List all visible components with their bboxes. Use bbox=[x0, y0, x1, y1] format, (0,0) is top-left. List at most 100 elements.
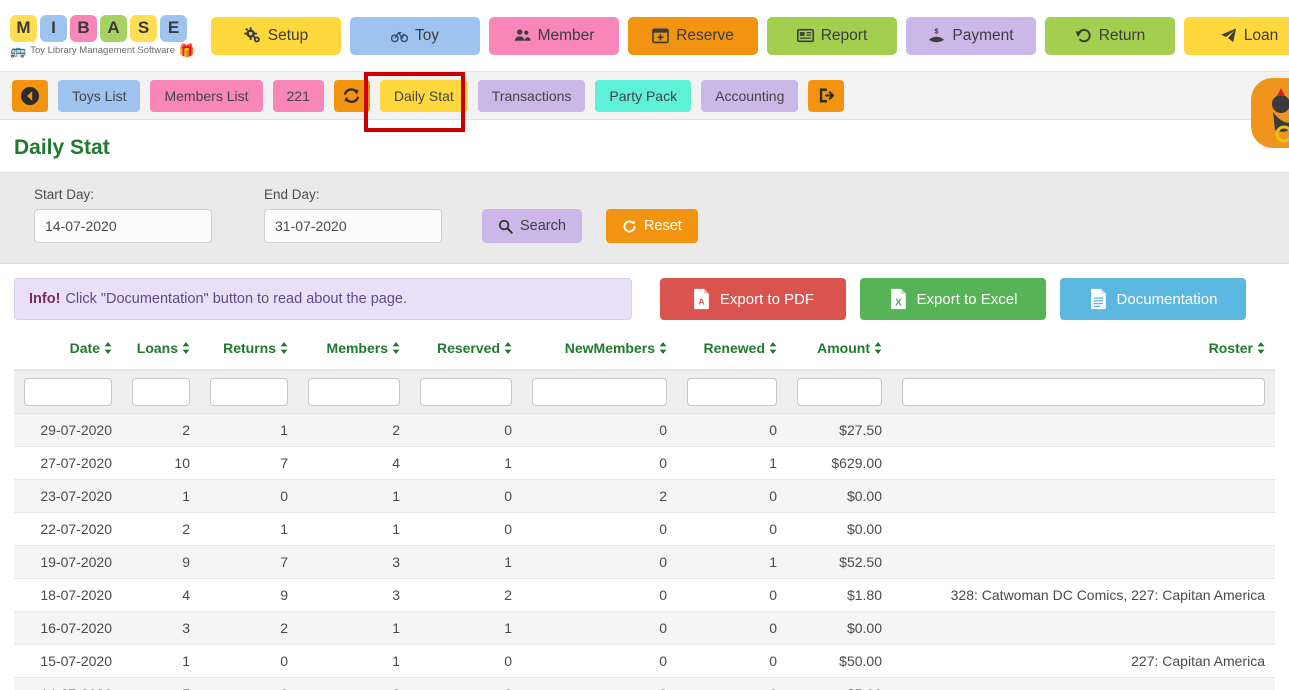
column-header-newmembers[interactable]: NewMembers bbox=[522, 332, 677, 371]
sort-toggle-icon[interactable] bbox=[104, 341, 112, 357]
info-banner-text: Click "Documentation" button to read abo… bbox=[65, 291, 407, 307]
sort-toggle-icon[interactable] bbox=[1257, 341, 1265, 357]
page-title: Daily Stat bbox=[0, 120, 1289, 172]
filter-input-reserved[interactable] bbox=[420, 377, 512, 406]
cell-members: 3 bbox=[298, 578, 410, 612]
cell-renewed: 0 bbox=[677, 512, 787, 546]
table-row[interactable]: 27-07-2020 10 7 4 1 0 1 $629.00 bbox=[14, 446, 1275, 480]
cell-roster bbox=[892, 545, 1275, 579]
nav-button-payment[interactable]: $ Payment bbox=[906, 16, 1036, 55]
sort-toggle-icon[interactable] bbox=[392, 341, 400, 357]
sort-toggle-icon[interactable] bbox=[769, 341, 777, 357]
nav-button-reserve[interactable]: Reserve bbox=[628, 16, 758, 55]
nav-button-report[interactable]: Report bbox=[767, 16, 897, 55]
subnav-button-daily-stat[interactable]: Daily Stat bbox=[379, 79, 468, 112]
subnav-button-toys-list[interactable]: Toys List bbox=[58, 79, 141, 112]
filter-input-roster[interactable] bbox=[902, 377, 1265, 406]
filter-cell-date bbox=[14, 369, 122, 414]
info-export-row: Info! Click "Documentation" button to re… bbox=[0, 264, 1289, 332]
end-day-input[interactable] bbox=[264, 209, 442, 243]
subnav-button-accounting[interactable]: Accounting bbox=[701, 79, 799, 112]
nav-button-loan[interactable]: Loan bbox=[1184, 16, 1289, 55]
subnav-button-label: Accounting bbox=[715, 87, 785, 104]
mascot-illustration-icon bbox=[1272, 88, 1289, 143]
reset-refresh-icon bbox=[623, 219, 636, 232]
table-row[interactable]: 22-07-2020 2 1 1 0 0 0 $0.00 bbox=[14, 512, 1275, 546]
subnav-button-transactions[interactable]: Transactions bbox=[477, 79, 586, 112]
export-to-pdf-button[interactable]: A Export to PDF bbox=[660, 278, 846, 320]
sort-toggle-icon[interactable] bbox=[182, 341, 190, 357]
nav-button-member[interactable]: Member bbox=[489, 16, 619, 55]
cell-renewed: 0 bbox=[677, 611, 787, 645]
filter-cell-members bbox=[298, 369, 410, 414]
filter-input-renewed[interactable] bbox=[687, 377, 777, 406]
table-row[interactable]: 29-07-2020 2 1 2 0 0 0 $27.50 bbox=[14, 413, 1275, 447]
cell-date: 18-07-2020 bbox=[14, 578, 122, 612]
filter-cell-reserved bbox=[410, 369, 522, 414]
column-header-amount[interactable]: Amount bbox=[787, 332, 892, 371]
subnav-button-party-pack[interactable]: Party Pack bbox=[595, 79, 692, 112]
search-button[interactable]: Search bbox=[482, 209, 582, 243]
cell-members: 1 bbox=[298, 512, 410, 546]
documentation-button[interactable]: Documentation bbox=[1060, 278, 1246, 320]
start-day-input[interactable] bbox=[34, 209, 212, 243]
sort-toggle-icon[interactable] bbox=[874, 341, 882, 357]
column-header-returns[interactable]: Returns bbox=[200, 332, 298, 371]
cell-amount: $0.00 bbox=[787, 479, 892, 513]
nav-button-toy[interactable]: Toy bbox=[350, 16, 480, 55]
export-to-excel-label: Export to Excel bbox=[916, 290, 1018, 308]
filter-input-loans[interactable] bbox=[132, 377, 190, 406]
sort-toggle-icon[interactable] bbox=[280, 341, 288, 357]
column-header-members[interactable]: Members bbox=[298, 332, 410, 371]
export-to-excel-button[interactable]: X Export to Excel bbox=[860, 278, 1046, 320]
filter-cell-returns bbox=[200, 369, 298, 414]
filter-input-returns[interactable] bbox=[210, 377, 288, 406]
table-row[interactable]: 14-07-2020502000$5.00 bbox=[14, 677, 1275, 690]
back-arrow-button[interactable] bbox=[12, 79, 48, 112]
filter-input-members[interactable] bbox=[308, 377, 400, 406]
subnav-button-members-list[interactable]: Members List bbox=[150, 79, 263, 112]
subnav-button-221[interactable]: 221 bbox=[272, 79, 324, 112]
logo-tile-s: S bbox=[130, 14, 157, 42]
cell-amount: $0.00 bbox=[787, 611, 892, 645]
svg-text:A: A bbox=[698, 298, 704, 307]
reset-button[interactable]: Reset bbox=[605, 209, 698, 243]
filter-input-amount[interactable] bbox=[797, 377, 882, 406]
table-header: Date Loans Returns Members Reserved NewMember… bbox=[14, 332, 1275, 371]
sort-toggle-icon[interactable] bbox=[659, 341, 667, 357]
column-header-renewed[interactable]: Renewed bbox=[677, 332, 787, 371]
column-header-reserved[interactable]: Reserved bbox=[410, 332, 522, 371]
nav-button-setup[interactable]: Setup bbox=[211, 16, 341, 55]
cell-returns: 0 bbox=[200, 677, 298, 690]
cell-loans: 1 bbox=[122, 479, 200, 513]
logout-button[interactable] bbox=[808, 79, 845, 112]
cell-reserved: 0 bbox=[410, 512, 522, 546]
documentation-label: Documentation bbox=[1116, 290, 1218, 308]
cell-newmembers: 0 bbox=[522, 413, 677, 447]
cell-reserved: 0 bbox=[410, 644, 522, 678]
table-row[interactable]: 15-07-2020 1 0 1 0 0 0 $50.00 227: Capitan Ameri… bbox=[14, 644, 1275, 678]
table-row[interactable]: 23-07-2020 1 0 1 0 2 0 $0.00 bbox=[14, 479, 1275, 513]
cell-amount: $52.50 bbox=[787, 545, 892, 579]
table-header-row: Date Loans Returns Members Reserved NewMember… bbox=[14, 332, 1275, 371]
nav-button-return[interactable]: Return bbox=[1045, 16, 1175, 55]
table-row[interactable]: 18-07-2020 4 9 3 2 0 0 $1.80 328: Catwoman DC Co… bbox=[14, 578, 1275, 612]
filter-input-newmembers[interactable] bbox=[532, 377, 667, 406]
cell-amount: $0.00 bbox=[787, 512, 892, 546]
refresh-button[interactable] bbox=[333, 79, 370, 112]
cell-loans: 5 bbox=[122, 677, 200, 690]
side-mascot-tab[interactable] bbox=[1251, 78, 1289, 148]
paper-plane-icon bbox=[1220, 28, 1236, 43]
column-header-loans[interactable]: Loans bbox=[122, 332, 200, 371]
column-header-roster[interactable]: Roster bbox=[892, 332, 1275, 371]
cell-amount: $5.00 bbox=[787, 677, 892, 690]
column-header-date[interactable]: Date bbox=[14, 332, 122, 371]
table-row[interactable]: 19-07-2020 9 7 3 1 0 1 $52.50 bbox=[14, 545, 1275, 579]
cell-reserved: 2 bbox=[410, 578, 522, 612]
table-row[interactable]: 16-07-2020 3 2 1 1 0 0 $0.00 bbox=[14, 611, 1275, 645]
filter-input-date[interactable] bbox=[24, 377, 112, 406]
cell-loans: 3 bbox=[122, 611, 200, 645]
sort-toggle-icon[interactable] bbox=[504, 341, 512, 357]
column-header-label: Loans bbox=[136, 340, 178, 356]
column-header-label: Reserved bbox=[436, 340, 500, 356]
